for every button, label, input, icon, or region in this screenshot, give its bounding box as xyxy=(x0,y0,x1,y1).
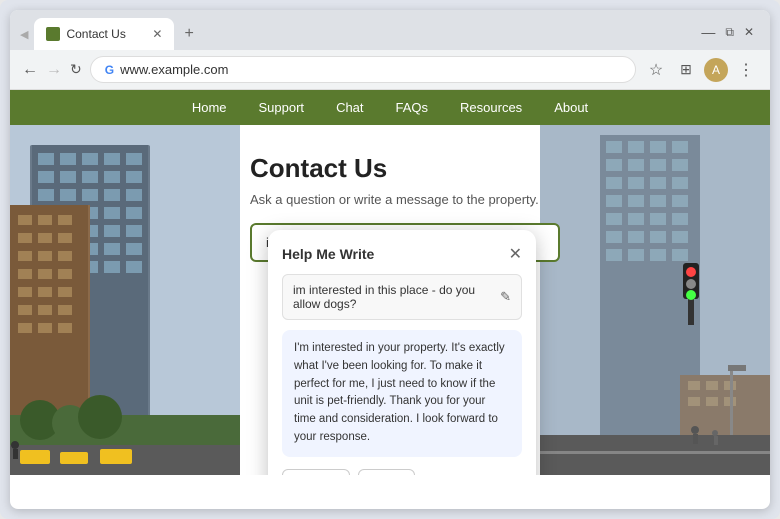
forward-button: → xyxy=(46,61,62,79)
popup-title: Help Me Write xyxy=(282,246,374,262)
google-g-icon: G xyxy=(105,63,114,77)
nav-item-resources[interactable]: Resources xyxy=(460,100,522,115)
tone-select[interactable]: Tone ▼ xyxy=(358,469,415,475)
undo-button[interactable]: ↺ xyxy=(462,467,490,475)
popup-controls: Length ▼ Tone ▼ ↺ ↻ xyxy=(282,467,522,475)
help-write-popup: Help Me Write ✕ im interested in this pl… xyxy=(268,230,536,475)
browser-tab[interactable]: Contact Us ✕ xyxy=(34,18,174,50)
popup-header: Help Me Write ✕ xyxy=(282,244,522,264)
reload-button[interactable]: ↻ xyxy=(70,61,82,78)
nav-item-home[interactable]: Home xyxy=(192,100,227,115)
nav-item-support[interactable]: Support xyxy=(259,100,305,115)
nav-item-about[interactable]: About xyxy=(554,100,588,115)
minimize-button[interactable]: — xyxy=(701,24,715,40)
close-button[interactable]: ✕ xyxy=(744,25,754,39)
length-select[interactable]: Length ▼ xyxy=(282,469,350,475)
back-button[interactable]: ← xyxy=(22,61,38,79)
nav-bar: Home Support Chat FAQs Resources About xyxy=(10,90,770,125)
bookmark-icon[interactable]: ☆ xyxy=(644,58,668,82)
address-bar[interactable]: G www.example.com xyxy=(90,56,636,83)
close-tab-icon[interactable]: ✕ xyxy=(152,27,162,41)
prev-button: ◀ xyxy=(18,26,30,43)
page-subtitle: Ask a question or write a message to the… xyxy=(250,192,740,207)
new-tab-button[interactable]: + xyxy=(178,21,199,47)
edit-icon[interactable]: ✎ xyxy=(500,289,511,305)
nav-item-chat[interactable]: Chat xyxy=(336,100,363,115)
length-label: Length xyxy=(291,474,328,475)
hero-section: Contact Us Ask a question or write a mes… xyxy=(10,125,770,475)
menu-icon[interactable]: ⋮ xyxy=(734,58,758,82)
redo-button[interactable]: ↻ xyxy=(494,467,522,475)
nav-item-faqs[interactable]: FAQs xyxy=(396,100,429,115)
extensions-icon[interactable]: ⊞ xyxy=(674,58,698,82)
website-content: Home Support Chat FAQs Resources About xyxy=(10,90,770,509)
popup-close-button[interactable]: ✕ xyxy=(509,244,522,264)
profile-icon[interactable]: A xyxy=(704,58,728,82)
popup-input-row: im interested in this place - do you all… xyxy=(282,274,522,320)
maximize-button[interactable]: ⧉ xyxy=(725,25,734,40)
tab-title: Contact Us xyxy=(66,27,146,41)
suggestion-box: I'm interested in your property. It's ex… xyxy=(282,330,522,457)
suggestion-text: I'm interested in your property. It's ex… xyxy=(294,340,510,447)
popup-input-text: im interested in this place - do you all… xyxy=(293,283,500,311)
favicon xyxy=(46,27,60,41)
tone-label: Tone xyxy=(367,474,393,475)
page-title: Contact Us xyxy=(250,153,740,184)
url-display: www.example.com xyxy=(120,62,621,77)
